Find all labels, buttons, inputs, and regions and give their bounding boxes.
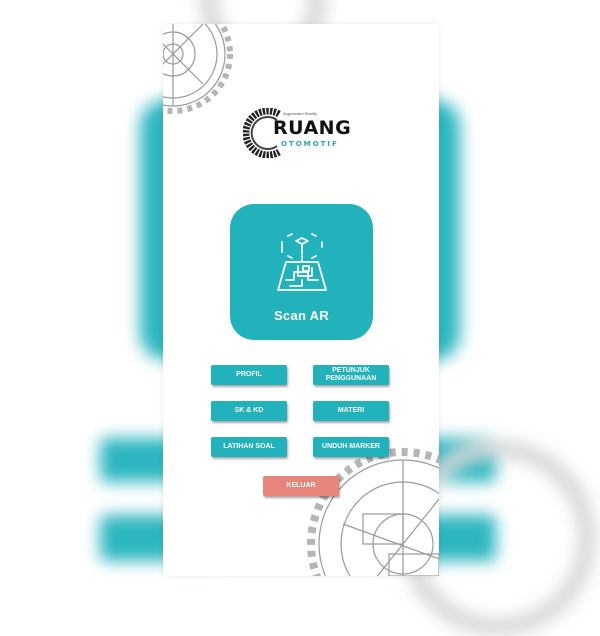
unduh-marker-button[interactable]: UNDUH MARKER <box>313 437 389 457</box>
latihan-soal-button[interactable]: LATIHAN SOAL <box>211 437 287 457</box>
logo-subtitle: OTOMOTIF <box>281 140 339 148</box>
profil-button[interactable]: PROFIL <box>211 365 287 385</box>
logo-title: RUANG <box>273 117 352 139</box>
materi-button[interactable]: MATERI <box>313 401 389 421</box>
app-logo: Augmented Reality RUANG OTOMOTIF <box>243 106 363 162</box>
gear-decoration-top-icon <box>163 24 233 114</box>
ar-scan-icon <box>277 233 327 291</box>
logo-tagline: Augmented Reality <box>283 111 317 116</box>
sk-kd-button[interactable]: SK & KD <box>211 401 287 421</box>
keluar-button[interactable]: KELUAR <box>263 476 339 496</box>
phone-screen: Augmented Reality RUANG OTOMOTIF Scan AR… <box>163 24 439 576</box>
scan-ar-button[interactable]: Scan AR <box>230 204 373 340</box>
petunjuk-penggunaan-button[interactable]: PETUNJUK PENGGUNAAN <box>313 365 389 385</box>
scan-ar-label: Scan AR <box>273 308 330 323</box>
